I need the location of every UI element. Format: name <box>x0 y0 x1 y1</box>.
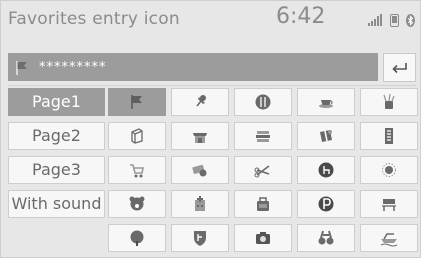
parking-icon <box>318 196 334 212</box>
camera-icon <box>256 232 270 244</box>
flag-icon <box>131 95 142 109</box>
icon-cell[interactable] <box>234 156 292 184</box>
cube-icon <box>131 128 143 144</box>
icon-cell[interactable] <box>360 88 418 116</box>
animal-icon <box>129 196 145 211</box>
back-button[interactable] <box>383 53 416 82</box>
binoculars-icon <box>318 230 334 245</box>
icon-cell[interactable] <box>297 88 355 116</box>
icon-cell[interactable] <box>297 122 355 150</box>
entry-name-value: ********* <box>39 60 107 75</box>
icon-cell[interactable] <box>297 190 355 218</box>
signal-bars-icon <box>368 14 382 26</box>
icon-cell[interactable] <box>108 122 166 150</box>
tree-icon <box>130 230 144 246</box>
page3-button[interactable]: Page3 <box>8 156 105 184</box>
bag-icon <box>257 197 269 211</box>
icon-cell[interactable] <box>171 224 229 252</box>
shield-icon <box>194 231 206 246</box>
page2-button[interactable]: Page2 <box>8 122 105 150</box>
clock: 6:42 <box>276 4 326 29</box>
bench-icon <box>382 199 396 211</box>
shop-icon <box>193 133 207 143</box>
coffee-cup-icon <box>319 100 333 108</box>
money-icon <box>192 164 207 177</box>
with-sound-button[interactable]: With sound <box>8 190 105 218</box>
sun-icon <box>382 163 396 177</box>
page-title: Favorites entry icon <box>8 9 180 29</box>
icon-cell[interactable] <box>234 122 292 150</box>
pin-icon <box>196 95 206 107</box>
phone-icon <box>390 14 399 27</box>
icon-cell[interactable] <box>297 156 355 184</box>
icon-cell[interactable] <box>171 156 229 184</box>
icon-cell[interactable] <box>108 88 166 116</box>
icon-cell[interactable] <box>360 122 418 150</box>
icon-cell[interactable] <box>171 122 229 150</box>
restaurant-icon <box>255 94 271 110</box>
icon-cell[interactable] <box>171 88 229 116</box>
icon-cell[interactable] <box>108 224 166 252</box>
shopping-cart-icon <box>130 164 144 178</box>
icon-cell[interactable] <box>297 224 355 252</box>
icon-cell[interactable] <box>234 224 292 252</box>
icon-cell[interactable] <box>234 88 292 116</box>
building-icon <box>385 128 393 144</box>
return-arrow-icon <box>391 62 407 73</box>
icon-cell[interactable] <box>360 156 418 184</box>
divider <box>8 85 416 86</box>
flag-icon <box>16 61 27 75</box>
icon-cell[interactable] <box>360 190 418 218</box>
stacked-books-icon <box>256 131 270 142</box>
favorites-entry-screen: Favorites entry icon 6:42 ********* Page… <box>0 0 421 258</box>
bluetooth-icon <box>406 14 415 27</box>
page1-button[interactable]: Page1 <box>8 88 105 116</box>
pen-cup-icon <box>383 93 395 109</box>
icon-cell[interactable] <box>234 190 292 218</box>
icon-cell[interactable] <box>108 190 166 218</box>
ship-icon <box>380 233 398 247</box>
icon-cell[interactable] <box>171 190 229 218</box>
icon-cell[interactable] <box>108 156 166 184</box>
gift-icon <box>320 130 332 142</box>
icon-cell[interactable] <box>360 224 418 252</box>
entry-name-field[interactable]: ********* <box>8 53 378 81</box>
scissors-icon <box>254 165 270 178</box>
hospital-icon <box>195 196 205 211</box>
hotel-icon <box>318 162 334 178</box>
